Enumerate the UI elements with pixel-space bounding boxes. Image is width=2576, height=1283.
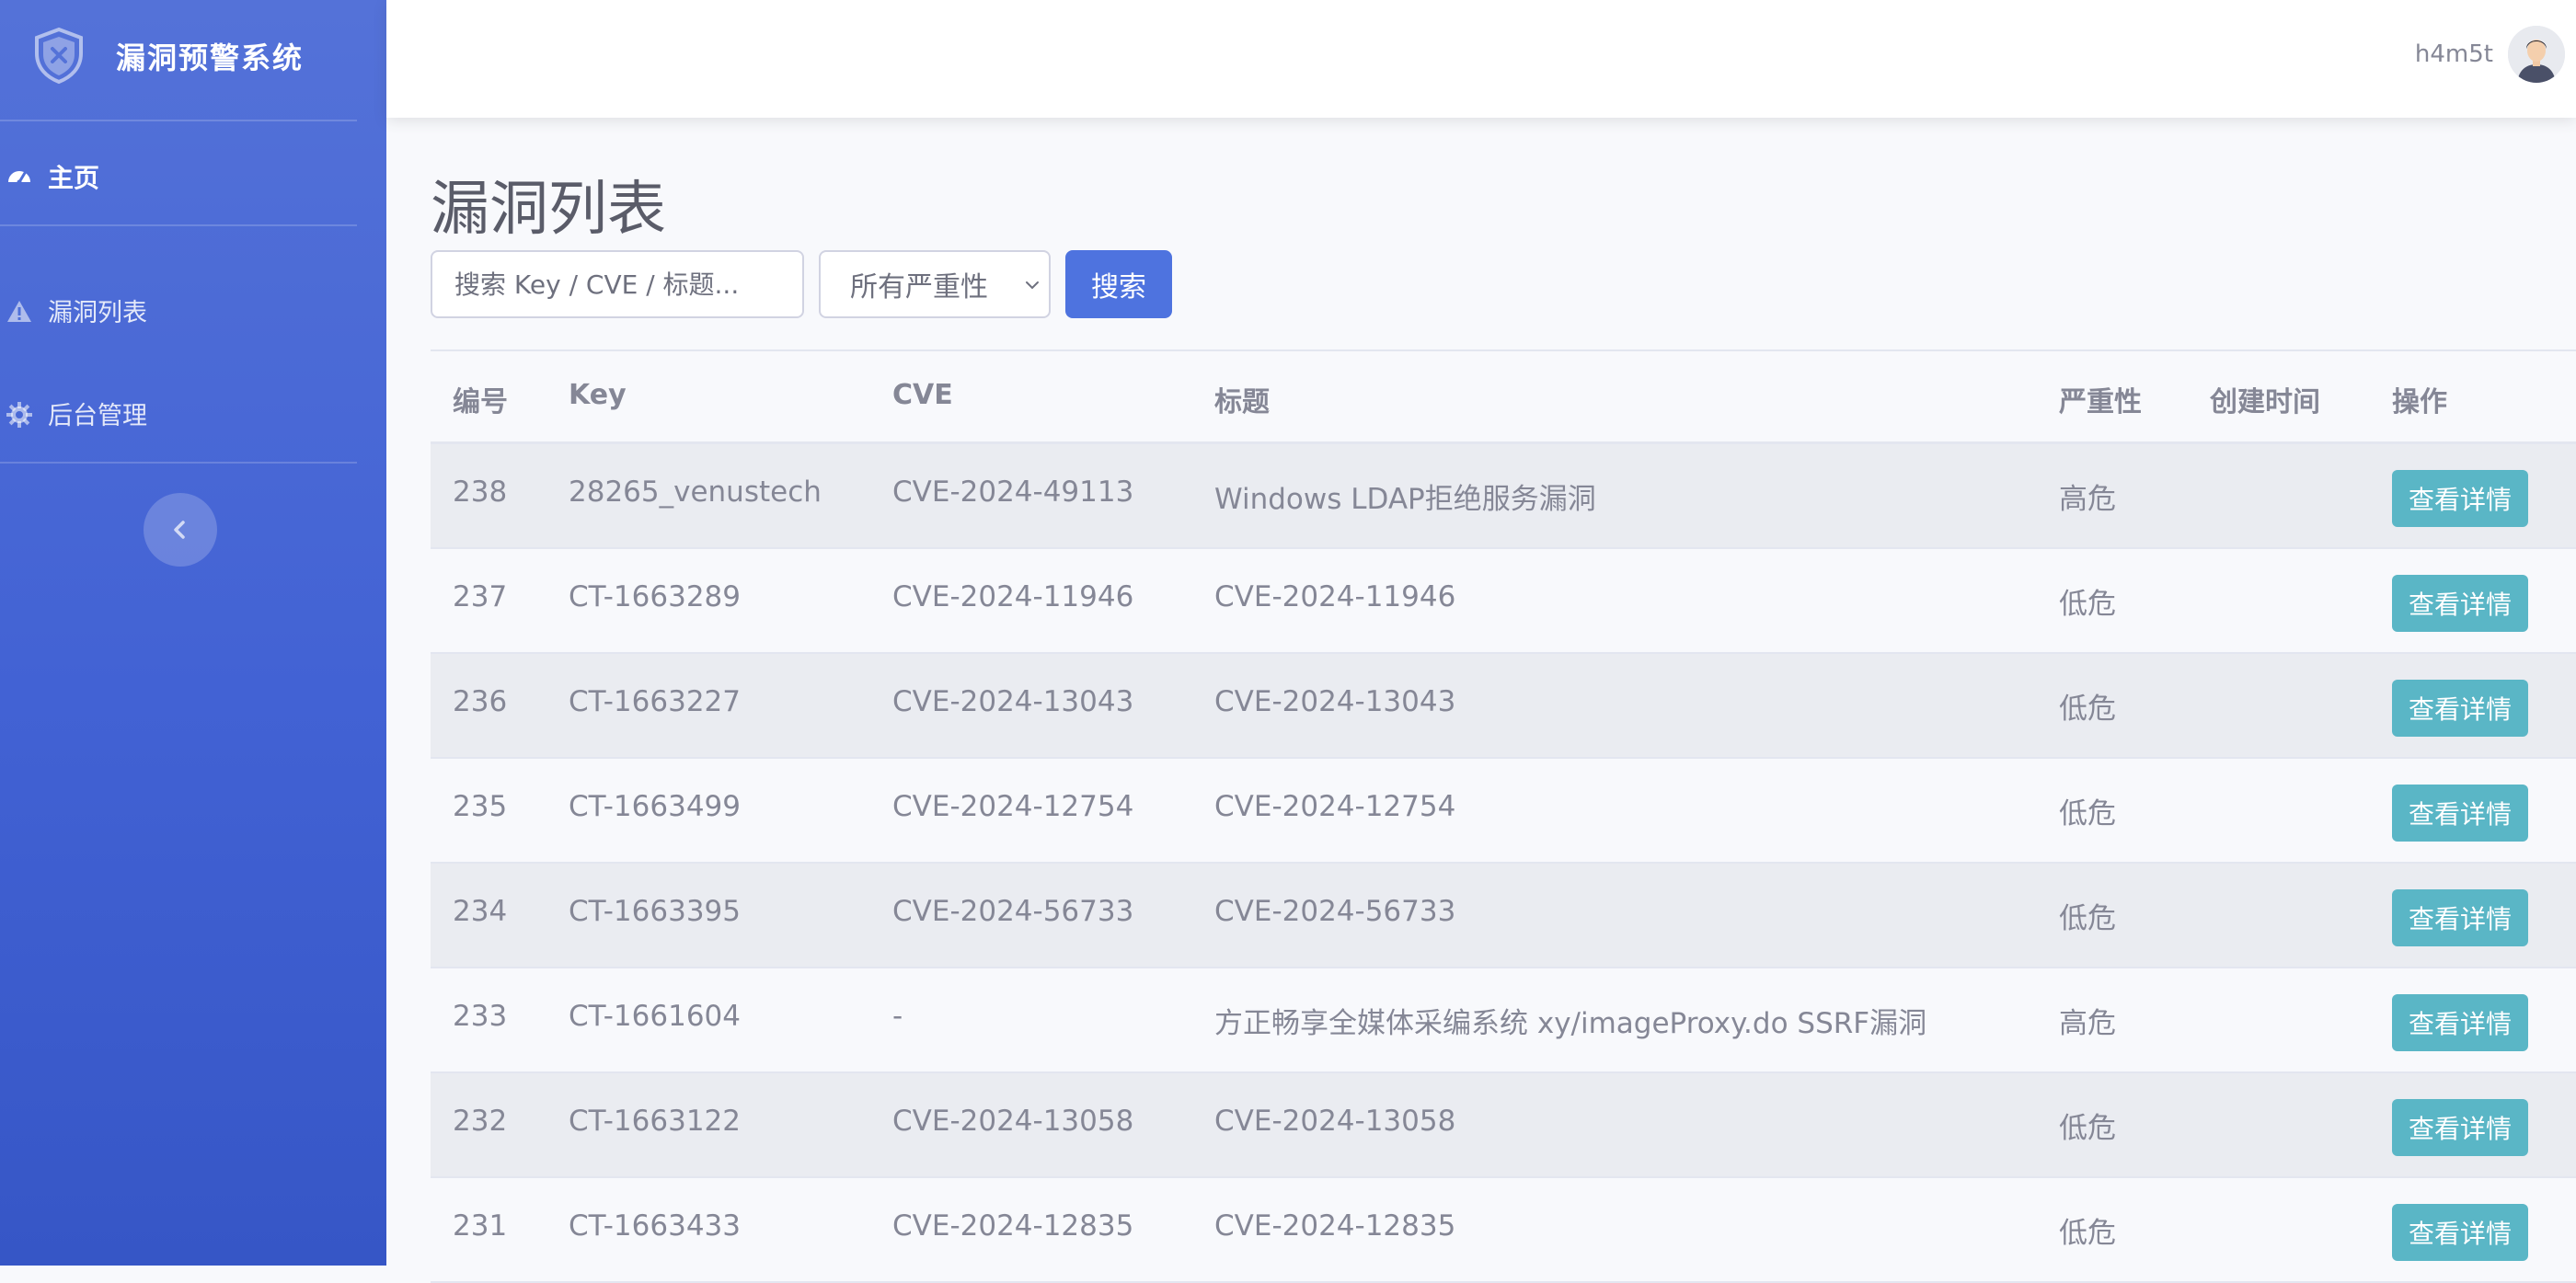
cell-severity: 高危 [2059, 483, 2116, 516]
cell-cve: CVE-2024-12754 [892, 790, 1134, 823]
chevron-down-icon [1026, 281, 1039, 290]
cell-severity: 高危 [2059, 1007, 2116, 1040]
cell-id: 233 [453, 1000, 508, 1033]
cell-title: CVE-2024-13043 [1214, 685, 1456, 718]
column-header-cve[interactable]: CVE [892, 379, 953, 411]
view-details-button[interactable]: 查看详情 [2392, 575, 2528, 632]
search-input[interactable] [431, 250, 804, 318]
view-details-button[interactable]: 查看详情 [2392, 1099, 2528, 1156]
view-details-button[interactable]: 查看详情 [2392, 470, 2528, 527]
column-header-severity[interactable]: 严重性 [2059, 379, 2142, 419]
gear-icon [6, 402, 32, 428]
cell-cve: CVE-2024-13058 [892, 1105, 1134, 1138]
user-name[interactable]: h4m5t [2415, 40, 2493, 68]
cell-severity: 低危 [2059, 693, 2116, 726]
warning-icon [7, 301, 31, 322]
cell-key: CT-1663499 [569, 790, 741, 823]
cell-cve: CVE-2024-49113 [892, 475, 1134, 509]
cell-severity: 低危 [2059, 797, 2116, 831]
chevron-left-icon [174, 521, 185, 539]
cell-id: 231 [453, 1209, 508, 1243]
sidebar-item-label: 漏洞列表 [48, 299, 147, 327]
cell-cve: CVE-2024-56733 [892, 895, 1134, 928]
sidebar-divider [0, 224, 357, 226]
cell-title: CVE-2024-13058 [1214, 1105, 1456, 1138]
sidebar-item-vuln-list[interactable]: 漏洞列表 [0, 289, 350, 329]
dashboard-icon [8, 171, 30, 185]
table-row: 238 28265_venustech CVE-2024-49113 Windo… [431, 444, 2576, 549]
cell-key: 28265_venustech [569, 475, 822, 509]
cell-key: CT-1663395 [569, 895, 741, 928]
cell-cve: CVE-2024-12835 [892, 1209, 1134, 1243]
table-row: 231 CT-1663433 CVE-2024-12835 CVE-2024-1… [431, 1178, 2576, 1283]
severity-select[interactable]: 所有严重性 [819, 250, 1051, 318]
cell-cve: CVE-2024-13043 [892, 685, 1134, 718]
table-row: 233 CT-1661604 - 方正畅享全媒体采编系统 xy/imagePro… [431, 968, 2576, 1073]
cell-cve: CVE-2024-11946 [892, 580, 1134, 613]
cell-severity: 低危 [2059, 902, 2116, 935]
cell-id: 234 [453, 895, 508, 928]
column-header-created[interactable]: 创建时间 [2210, 379, 2320, 419]
cell-key: CT-1663227 [569, 685, 741, 718]
brand-title: 漏洞预警系统 [116, 40, 305, 75]
topbar: h4m5t [386, 0, 2576, 118]
sidebar-toggle-button[interactable] [144, 493, 217, 567]
table-row: 236 CT-1663227 CVE-2024-13043 CVE-2024-1… [431, 654, 2576, 759]
sidebar-item-label: 后台管理 [48, 402, 147, 430]
sidebar-divider [0, 120, 357, 121]
user-avatar[interactable] [2508, 26, 2565, 83]
view-details-button[interactable]: 查看详情 [2392, 785, 2528, 842]
column-header-key[interactable]: Key [569, 379, 627, 411]
sidebar: 漏洞预警系统 主页 漏洞列表 后台管理 [0, 0, 386, 1266]
cell-key: CT-1663122 [569, 1105, 741, 1138]
shield-icon [35, 27, 83, 85]
cell-severity: 低危 [2059, 588, 2116, 621]
vuln-table: 编号 Key CVE 标题 严重性 创建时间 操作 238 28265_venu… [431, 349, 2576, 1283]
cell-severity: 低危 [2059, 1112, 2116, 1145]
view-details-button[interactable]: 查看详情 [2392, 680, 2528, 737]
search-button[interactable]: 搜索 [1065, 250, 1172, 318]
table-header: 编号 Key CVE 标题 严重性 创建时间 操作 [431, 349, 2576, 444]
cell-severity: 低危 [2059, 1217, 2116, 1250]
cell-id: 237 [453, 580, 508, 613]
table-row: 237 CT-1663289 CVE-2024-11946 CVE-2024-1… [431, 549, 2576, 654]
cell-title: CVE-2024-56733 [1214, 895, 1456, 928]
column-header-action: 操作 [2392, 386, 2447, 418]
cell-title: Windows LDAP拒绝服务漏洞 [1214, 483, 1596, 516]
cell-title: CVE-2024-11946 [1214, 580, 1456, 613]
cell-id: 232 [453, 1105, 508, 1138]
table-row: 232 CT-1663122 CVE-2024-13058 CVE-2024-1… [431, 1073, 2576, 1178]
cell-id: 238 [453, 475, 508, 509]
cell-key: CT-1661604 [569, 1000, 741, 1033]
cell-id: 235 [453, 790, 508, 823]
table-row: 235 CT-1663499 CVE-2024-12754 CVE-2024-1… [431, 759, 2576, 864]
cell-id: 236 [453, 685, 508, 718]
avatar-icon [2508, 26, 2565, 83]
sidebar-divider [0, 462, 357, 464]
column-header-title[interactable]: 标题 [1214, 379, 1270, 419]
column-header-id[interactable]: 编号 [453, 379, 508, 419]
view-details-button[interactable]: 查看详情 [2392, 889, 2528, 946]
cell-title: CVE-2024-12754 [1214, 790, 1456, 823]
sidebar-item-label: 主页 [48, 163, 100, 193]
cell-key: CT-1663289 [569, 580, 741, 613]
cell-cve: - [892, 1000, 903, 1033]
sidebar-item-admin[interactable]: 后台管理 [0, 392, 350, 432]
view-details-button[interactable]: 查看详情 [2392, 994, 2528, 1051]
table-row: 234 CT-1663395 CVE-2024-56733 CVE-2024-5… [431, 864, 2576, 968]
sidebar-brand[interactable]: 漏洞预警系统 [0, 0, 386, 120]
cell-title: CVE-2024-12835 [1214, 1209, 1456, 1243]
sidebar-item-home[interactable]: 主页 [0, 155, 350, 195]
view-details-button[interactable]: 查看详情 [2392, 1204, 2528, 1261]
severity-select-value: 所有严重性 [850, 271, 988, 304]
cell-key: CT-1663433 [569, 1209, 741, 1243]
page-title: 漏洞列表 [431, 176, 666, 244]
cell-title: 方正畅享全媒体采编系统 xy/imageProxy.do SSRF漏洞 [1214, 1007, 1927, 1040]
